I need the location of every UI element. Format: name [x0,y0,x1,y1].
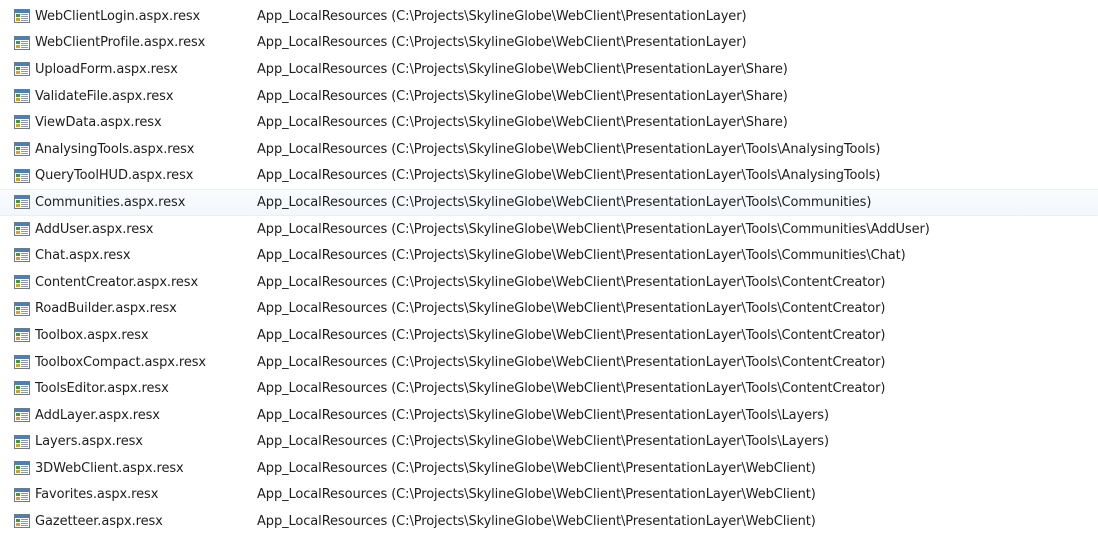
file-name: RoadBuilder.aspx.resx [35,301,177,317]
file-location: App_LocalResources (C:\Projects\SkylineG… [257,407,829,423]
file-location: App_LocalResources (C:\Projects\SkylineG… [257,194,872,210]
file-row-0[interactable]: WebClientLogin.aspx.resx App_LocalResour… [0,3,1098,30]
resx-file-icon [14,9,30,23]
file-name: 3DWebClient.aspx.resx [35,460,184,476]
file-row-16[interactable]: Layers.aspx.resx App_LocalResources (C:\… [0,429,1098,456]
file-location: App_LocalResources (C:\Projects\SkylineG… [257,301,886,317]
resx-file-icon [14,35,30,50]
file-name: ToolsEditor.aspx.resx [35,381,169,397]
file-list: WebClientLogin.aspx.resx App_LocalResour… [0,0,1098,535]
file-name: Layers.aspx.resx [35,434,143,450]
file-row-19[interactable]: Gazetteer.aspx.resx App_LocalResources (… [0,508,1098,535]
file-name: WebClientProfile.aspx.resx [35,35,206,51]
resx-file-icon [14,62,30,77]
resx-file-icon [14,195,30,210]
file-row-8[interactable]: AddUser.aspx.resx App_LocalResources (C:… [0,216,1098,243]
file-row-4[interactable]: ViewData.aspx.resx App_LocalResources (C… [0,109,1098,136]
file-row-1[interactable]: WebClientProfile.aspx.resx App_LocalReso… [0,30,1098,57]
resx-file-icon [14,514,30,529]
file-row-13[interactable]: ToolboxCompact.aspx.resx App_LocalResour… [0,349,1098,376]
file-location: App_LocalResources (C:\Projects\SkylineG… [257,35,747,51]
file-location: App_LocalResources (C:\Projects\SkylineG… [257,115,788,131]
resx-file-icon [14,274,30,289]
resx-file-icon [14,88,30,103]
file-location: App_LocalResources (C:\Projects\SkylineG… [257,141,881,157]
file-location: App_LocalResources (C:\Projects\SkylineG… [257,221,930,237]
file-location: App_LocalResources (C:\Projects\SkylineG… [257,168,881,184]
file-row-6[interactable]: QueryToolHUD.aspx.resx App_LocalResource… [0,163,1098,190]
file-location: App_LocalResources (C:\Projects\SkylineG… [257,327,886,343]
file-row-5[interactable]: AnalysingTools.aspx.resx App_LocalResour… [0,136,1098,163]
resx-file-icon [14,461,30,476]
file-name: UploadForm.aspx.resx [35,61,178,77]
file-row-11[interactable]: RoadBuilder.aspx.resx App_LocalResources… [0,296,1098,323]
file-name: AddUser.aspx.resx [35,221,154,237]
file-name: ViewData.aspx.resx [35,115,162,131]
file-row-10[interactable]: ContentCreator.aspx.resx App_LocalResour… [0,269,1098,296]
file-row-2[interactable]: UploadForm.aspx.resx App_LocalResources … [0,56,1098,83]
file-row-3[interactable]: ValidateFile.aspx.resx App_LocalResource… [0,83,1098,110]
resx-file-icon [14,328,30,343]
file-location: App_LocalResources (C:\Projects\SkylineG… [257,88,788,104]
file-name: Chat.aspx.resx [35,248,131,264]
file-name: AnalysingTools.aspx.resx [35,141,195,157]
file-row-18[interactable]: Favorites.aspx.resx App_LocalResources (… [0,482,1098,509]
resx-file-icon [14,115,30,130]
file-name: ContentCreator.aspx.resx [35,274,199,290]
resx-file-icon [14,381,30,396]
file-location: App_LocalResources (C:\Projects\SkylineG… [257,434,829,450]
resx-file-icon [14,354,30,369]
file-location: App_LocalResources (C:\Projects\SkylineG… [257,381,886,397]
file-location: App_LocalResources (C:\Projects\SkylineG… [257,514,816,530]
file-location: App_LocalResources (C:\Projects\SkylineG… [257,460,816,476]
resx-file-icon [14,248,30,263]
file-name: Toolbox.aspx.resx [35,327,149,343]
file-row-7[interactable]: Communities.aspx.resx App_LocalResources… [0,189,1098,216]
file-name: Favorites.aspx.resx [35,487,159,503]
resx-file-icon [14,141,30,156]
file-location: App_LocalResources (C:\Projects\SkylineG… [257,61,788,77]
resx-file-icon [14,301,30,316]
file-name: Communities.aspx.resx [35,194,186,210]
file-location: App_LocalResources (C:\Projects\SkylineG… [257,8,747,24]
file-row-12[interactable]: Toolbox.aspx.resx App_LocalResources (C:… [0,322,1098,349]
file-location: App_LocalResources (C:\Projects\SkylineG… [257,354,886,370]
resx-file-icon [14,407,30,422]
resx-file-icon [14,434,30,449]
file-name: WebClientLogin.aspx.resx [35,8,201,24]
resx-file-icon [14,487,30,502]
file-location: App_LocalResources (C:\Projects\SkylineG… [257,487,816,503]
file-name: QueryToolHUD.aspx.resx [35,168,194,184]
file-row-17[interactable]: 3DWebClient.aspx.resx App_LocalResources… [0,455,1098,482]
file-row-9[interactable]: Chat.aspx.resx App_LocalResources (C:\Pr… [0,242,1098,269]
file-row-14[interactable]: ToolsEditor.aspx.resx App_LocalResources… [0,375,1098,402]
file-location: App_LocalResources (C:\Projects\SkylineG… [257,248,906,264]
file-name: Gazetteer.aspx.resx [35,514,163,530]
file-name: ValidateFile.aspx.resx [35,88,174,104]
file-name: AddLayer.aspx.resx [35,407,160,423]
file-row-15[interactable]: AddLayer.aspx.resx App_LocalResources (C… [0,402,1098,429]
resx-file-icon [14,168,30,183]
resx-file-icon [14,221,30,236]
file-location: App_LocalResources (C:\Projects\SkylineG… [257,274,886,290]
file-name: ToolboxCompact.aspx.resx [35,354,206,370]
